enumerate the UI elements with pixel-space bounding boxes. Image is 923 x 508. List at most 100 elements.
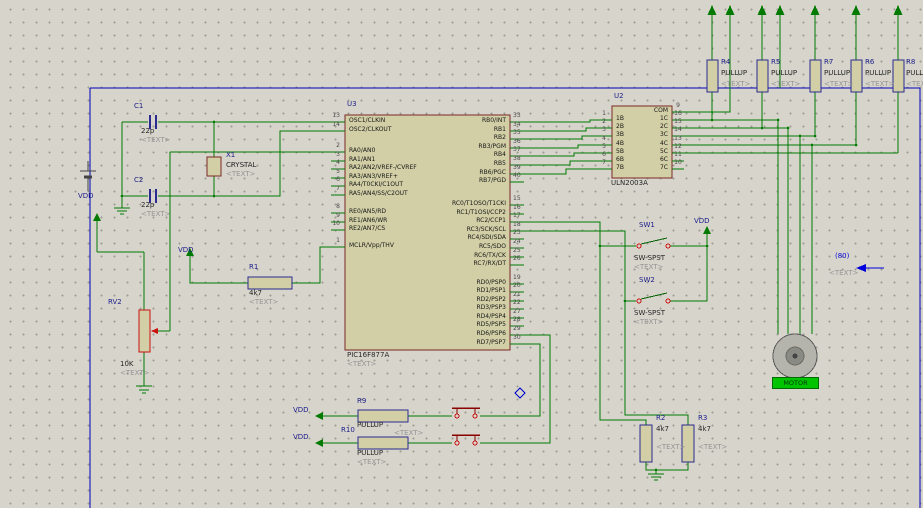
pin-number: 9: [676, 102, 680, 109]
pin-number: 14: [332, 121, 340, 128]
switch-sw1-symbol[interactable]: [636, 237, 671, 249]
resistor-r4: [706, 59, 719, 93]
part-value[interactable]: PULLUP: [357, 450, 383, 457]
part-ref[interactable]: C2: [134, 177, 143, 184]
part-ref: U3: [347, 100, 357, 108]
part-ref[interactable]: R10: [341, 427, 355, 434]
part-value[interactable]: PULLUP: [771, 70, 797, 77]
resistor-r7: [809, 59, 822, 93]
pin-number: 16: [513, 204, 521, 211]
part-ref[interactable]: R7: [824, 59, 833, 66]
part-value[interactable]: PIC16F877A: [347, 352, 389, 359]
pin-number: 8: [336, 203, 340, 210]
pin-number: 20: [513, 282, 521, 289]
part-value[interactable]: 22p: [141, 128, 154, 135]
part-ref[interactable]: R5: [771, 59, 780, 66]
schematic-canvas[interactable]: C1 22p <TEXT> C2 22p <TEXT> X1 CRYSTAL <…: [0, 0, 923, 508]
part-value[interactable]: PULLUP: [824, 70, 850, 77]
pin-name: RC6/TX/CK: [474, 252, 506, 259]
pin-number: 39: [513, 164, 521, 171]
part-value[interactable]: 4k7: [698, 426, 711, 433]
pin-name: RD7/PSP7: [476, 339, 507, 346]
pin-number: 40: [513, 172, 521, 179]
vdd-arrow-icon: [703, 226, 711, 234]
pin-number: 18: [513, 221, 521, 228]
part-ref[interactable]: SW2: [639, 277, 655, 284]
part-ref[interactable]: R4: [721, 59, 730, 66]
part-value[interactable]: SW-SPST: [634, 310, 665, 317]
pin-name: COM: [653, 107, 668, 114]
part-ref[interactable]: R9: [357, 398, 366, 405]
part-value[interactable]: PULLUP: [357, 422, 383, 429]
pin-name: RD2/PSP2: [476, 296, 507, 303]
part-text: <TEXT>: [906, 80, 923, 88]
potentiometer-rv2-symbol[interactable]: [138, 309, 158, 353]
vdd-arrow-icon: [725, 5, 735, 15]
pin-number: 27: [513, 308, 521, 315]
part-ref[interactable]: R8: [906, 59, 915, 66]
part-ref[interactable]: C1: [134, 103, 143, 110]
pin-number: 24: [513, 238, 521, 245]
part-value[interactable]: PULLUP: [906, 70, 923, 77]
crystal-x1-symbol[interactable]: [206, 156, 222, 177]
power-label-vdd[interactable]: VDD: [293, 434, 309, 441]
part-ref[interactable]: R2: [656, 415, 665, 422]
switch-sw2-symbol[interactable]: [636, 292, 671, 304]
part-value[interactable]: PULLUP: [865, 70, 891, 77]
pin-number: 22: [513, 299, 521, 306]
pin-name: RC4/SDI/SDA: [467, 234, 506, 241]
stepper-motor-symbol[interactable]: [772, 333, 818, 379]
pin-name: RC1/T1OSI/CCP2: [456, 209, 506, 216]
power-label-vdd[interactable]: VDD: [293, 407, 309, 414]
part-text: <TEXT>: [120, 369, 150, 377]
rotation-probe-icon: [856, 264, 884, 272]
pin-name: RB2: [493, 134, 506, 141]
vdd-arrow-icon: [757, 5, 767, 15]
part-text: <TEXT>: [141, 136, 171, 144]
resistor-r8: [892, 59, 905, 93]
push-button-2[interactable]: [452, 434, 480, 446]
part-text: <TEXT>: [721, 80, 751, 88]
push-button-1[interactable]: [452, 407, 480, 419]
part-ref[interactable]: R3: [698, 415, 707, 422]
part-ref[interactable]: R6: [865, 59, 874, 66]
part-ref[interactable]: X1: [226, 152, 235, 159]
power-label-vdd[interactable]: VDD: [178, 247, 194, 254]
pin-number: 2: [336, 142, 340, 149]
part-text: <TEXT>: [865, 80, 895, 88]
pin-name: RB0/INT: [481, 117, 506, 124]
power-label-vdd[interactable]: VDD: [694, 218, 710, 225]
motor-label[interactable]: MOTOR: [772, 377, 819, 389]
part-value[interactable]: 10K: [120, 361, 134, 368]
pin-name: RC5/SDO: [478, 243, 506, 250]
pin-name: RD5/PSP5: [476, 321, 507, 328]
part-value[interactable]: ULN2003A: [611, 180, 648, 187]
part-text: <TEXT>: [824, 80, 854, 88]
vdd-arrow-icon: [315, 439, 323, 447]
pin-name: RB7/PGD: [478, 177, 506, 184]
part-ref[interactable]: RV2: [108, 299, 122, 306]
part-value[interactable]: 4k7: [249, 290, 262, 297]
pin-name: 7C: [659, 164, 668, 171]
part-ref[interactable]: R1: [249, 264, 258, 271]
part-text: <TEXT>: [394, 429, 424, 437]
part-ref[interactable]: SW1: [639, 222, 655, 229]
vdd-arrow-icon: [851, 5, 861, 15]
part-ref[interactable]: U2: [614, 93, 624, 100]
part-value[interactable]: PULLUP: [721, 70, 747, 77]
pin-number: 30: [513, 334, 521, 341]
battery-symbol[interactable]: [80, 161, 96, 191]
pin-name: RD6/PSP6: [476, 330, 507, 337]
pin-number: 19: [513, 274, 521, 281]
part-text: <TEXT>: [357, 458, 387, 466]
pin-name: 4C: [659, 140, 668, 147]
resistor-r2: [639, 424, 653, 463]
pin-number: 26: [513, 255, 521, 262]
power-label-vdd[interactable]: VDD: [78, 193, 94, 200]
part-value[interactable]: CRYSTAL: [226, 162, 256, 169]
pin-name: RC2/CCP1: [476, 217, 506, 224]
part-value[interactable]: SW-SPST: [634, 255, 665, 262]
vdd-arrow-icon: [775, 5, 785, 15]
part-value[interactable]: 22p: [141, 202, 154, 209]
part-value[interactable]: 4k7: [656, 426, 669, 433]
